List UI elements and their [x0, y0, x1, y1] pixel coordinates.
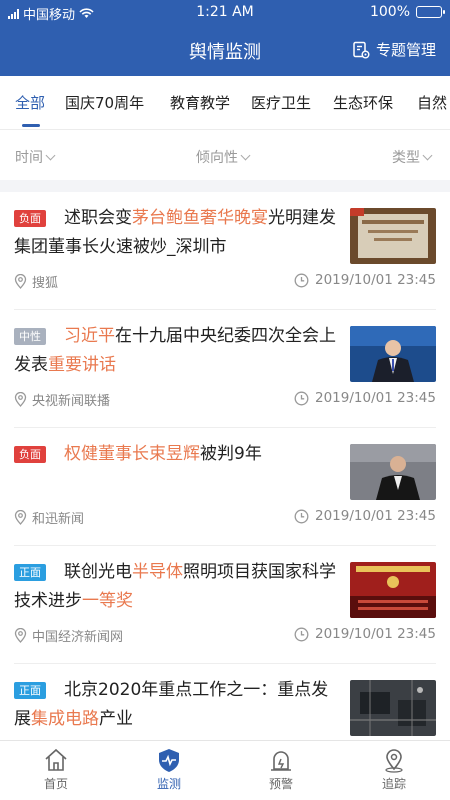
alarm-light-icon — [271, 751, 291, 771]
topic-management-button[interactable]: 专题管理 — [352, 39, 436, 60]
news-item[interactable]: 负面 述职会变茅台鲍鱼奢华晚宴光明建发集团董事长火速被炒_深圳市 搜狐 2019… — [0, 192, 450, 310]
home-icon — [45, 748, 67, 771]
bottom-navigation: 首页 监测 预警 追踪 — [0, 740, 450, 800]
battery-percent: 100% — [369, 4, 410, 20]
location-pin-icon — [14, 392, 27, 407]
news-item[interactable]: 正面 北京2020年重点工作之一：重点发展集成电路产业 — [0, 664, 450, 740]
nav-alert[interactable]: 预警 — [246, 747, 316, 792]
news-headline: 权健董事长束昱辉被判9年 — [64, 444, 262, 464]
location-track-icon — [385, 749, 403, 773]
news-item[interactable]: 中性 习近平在十九届中央纪委四次全会上发表重要讲话 央视新闻联播 2019/10… — [0, 310, 450, 428]
news-time: 2019/10/01 23:45 — [314, 508, 436, 524]
news-time: 2019/10/01 23:45 — [314, 390, 436, 406]
sentiment-filter[interactable]: 倾向性 — [196, 147, 251, 167]
nav-home-label: 首页 — [43, 777, 68, 791]
location-pin-icon — [14, 274, 27, 289]
app-header: 中国移动 1:21 AM 100% 舆情监测 专题管理 — [0, 0, 450, 76]
battery-icon — [416, 6, 445, 18]
news-time: 2019/10/01 23:45 — [314, 626, 436, 642]
news-headline: 习近平在十九届中央纪委四次全会上发表重要讲话 — [14, 326, 336, 375]
active-tab-indicator — [22, 124, 40, 127]
news-thumbnail — [350, 562, 436, 618]
clock-icon — [294, 273, 309, 287]
clock-icon — [294, 627, 309, 641]
news-headline: 联创光电半导体照明项目获国家科学技术进步一等奖 — [14, 562, 336, 611]
filter-bar: 时间 倾向性 类型 — [0, 130, 450, 180]
news-source: 和迅新闻 — [32, 512, 85, 527]
location-pin-icon — [14, 628, 27, 643]
news-headline: 北京2020年重点工作之一：重点发展集成电路产业 — [14, 680, 329, 729]
chevron-down-icon — [422, 150, 433, 160]
nav-track-label: 追踪 — [381, 777, 406, 791]
topic-management-label: 专题管理 — [375, 41, 436, 59]
news-source: 央视新闻联播 — [32, 394, 111, 409]
location-pin-icon — [14, 510, 27, 525]
tab-healthcare[interactable]: 医疗卫生 — [251, 92, 311, 113]
chevron-down-icon — [45, 150, 56, 160]
nav-monitor[interactable]: 监测 — [134, 747, 204, 792]
news-time: 2019/10/01 23:45 — [314, 272, 436, 288]
chevron-down-icon — [240, 150, 251, 160]
nav-monitor-label: 监测 — [156, 777, 181, 791]
type-filter[interactable]: 类型 — [392, 147, 433, 167]
news-thumbnail — [350, 680, 436, 736]
news-thumbnail — [350, 444, 436, 500]
shield-pulse-icon — [159, 749, 179, 772]
time-filter[interactable]: 时间 — [15, 147, 56, 167]
tab-education[interactable]: 教育教学 — [170, 92, 230, 113]
tab-national-day[interactable]: 国庆70周年 — [65, 92, 144, 113]
status-bar: 中国移动 1:21 AM 100% — [0, 0, 450, 24]
news-source: 中国经济新闻网 — [32, 630, 124, 645]
clock-icon — [294, 509, 309, 523]
tab-nature[interactable]: 自然 — [417, 92, 447, 113]
tab-all[interactable]: 全部 — [15, 92, 45, 113]
news-item[interactable]: 正面 联创光电半导体照明项目获国家科学技术进步一等奖 中国经济新闻网 2019/… — [0, 546, 450, 664]
news-headline: 述职会变茅台鲍鱼奢华晚宴光明建发集团董事长火速被炒_深圳市 — [14, 208, 336, 257]
news-item[interactable]: 负面 权健董事长束昱辉被判9年 和迅新闻 2019/10/01 23:45 — [0, 428, 450, 546]
news-thumbnail — [350, 208, 436, 264]
news-source: 搜狐 — [32, 276, 59, 291]
nav-bar: 舆情监测 专题管理 — [0, 30, 450, 72]
document-settings-icon — [353, 41, 370, 58]
nav-track[interactable]: 追踪 — [359, 747, 429, 792]
nav-home[interactable]: 首页 — [21, 747, 91, 792]
category-tabs: 全部 国庆70周年 教育教学 医疗卫生 生态环保 自然 — [0, 76, 450, 130]
news-list[interactable]: 负面 述职会变茅台鲍鱼奢华晚宴光明建发集团董事长火速被炒_深圳市 搜狐 2019… — [0, 192, 450, 740]
section-gap — [0, 180, 450, 192]
tab-ecology[interactable]: 生态环保 — [333, 92, 393, 113]
clock-icon — [294, 391, 309, 405]
nav-alert-label: 预警 — [268, 777, 293, 791]
news-thumbnail — [350, 326, 436, 382]
